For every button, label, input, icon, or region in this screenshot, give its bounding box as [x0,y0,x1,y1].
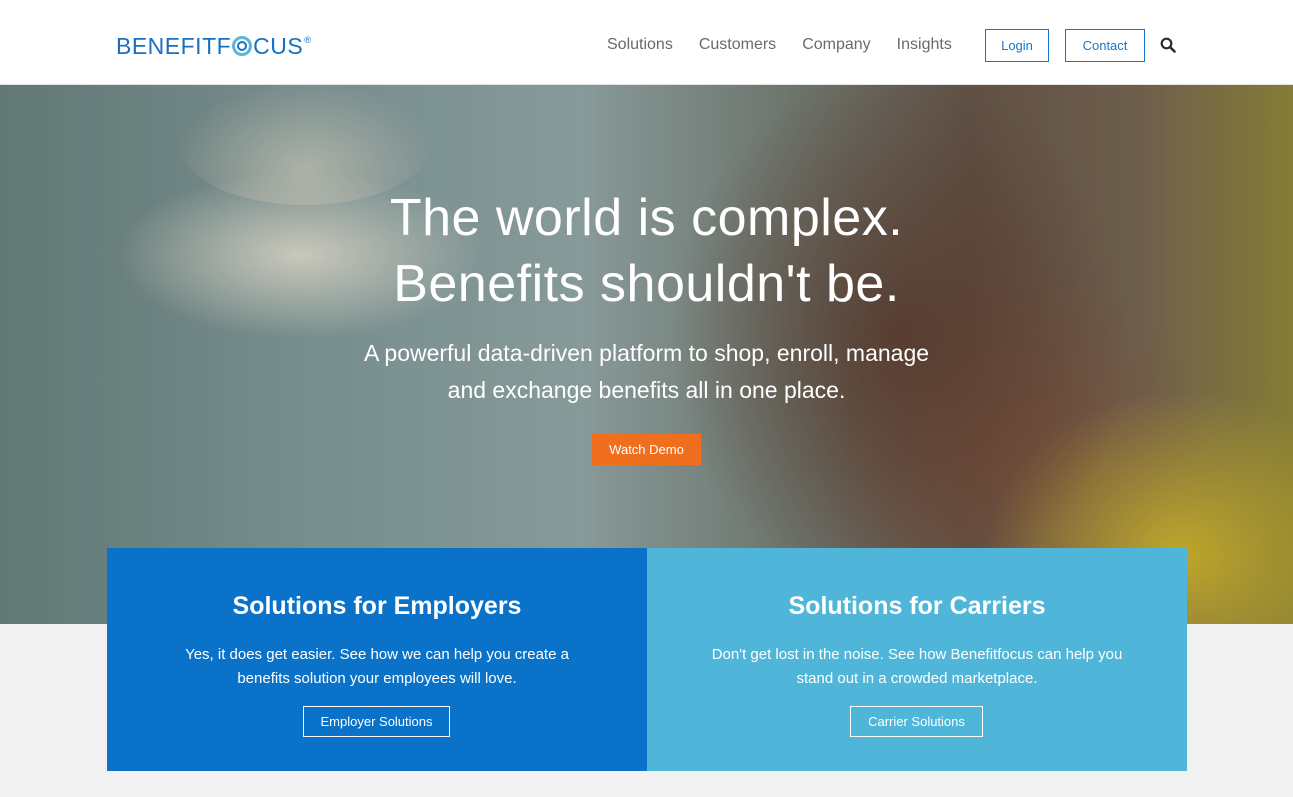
hero-title-line-2: Benefits shouldn't be. [393,255,900,313]
employer-solutions-button[interactable]: Employer Solutions [303,706,450,737]
logo-text-start: BENEFITF [116,32,232,59]
hero-subtitle-line-1: A powerful data-driven platform to shop,… [363,340,930,366]
hero-subtitle-line-2: and exchange benefits all in one place. [447,377,846,403]
carriers-card-text-line-2: stand out in a crowded marketplace. [796,670,1038,687]
nav-item-solutions[interactable]: Solutions [607,35,673,55]
employers-card-text-line-1: Yes, it does get easier. See how we can … [185,646,569,663]
logo-o-ring-icon [232,36,253,56]
carriers-card-text: Don't get lost in the noise. See how Ben… [647,643,1187,691]
logo-text-end: CUS [253,32,304,59]
benefitfocus-logo[interactable]: BENEFITF CUS ® [116,33,311,59]
nav-item-customers[interactable]: Customers [699,35,776,55]
site-header: BENEFITF CUS ® Solutions Customers Company… [0,0,1293,85]
logo-registered-mark: ® [304,35,312,45]
carriers-card-text-line-1: Don't get lost in the noise. See how Ben… [711,646,1123,663]
watch-demo-button[interactable]: Watch Demo [592,434,701,465]
hero-subtitle: A powerful data-driven platform to shop,… [0,335,1293,409]
main-nav: Solutions Customers Company Insights [607,35,978,55]
employers-card-text: Yes, it does get easier. See how we can … [107,643,647,691]
carrier-solutions-button[interactable]: Carrier Solutions [850,706,983,737]
search-icon[interactable] [1160,37,1176,53]
nav-item-company[interactable]: Company [802,35,870,55]
carriers-card: Solutions for Carriers Don't get lost in… [647,548,1187,771]
contact-button[interactable]: Contact [1065,29,1145,62]
nav-item-insights[interactable]: Insights [897,35,952,55]
employers-card-title: Solutions for Employers [232,592,522,620]
employers-card: Solutions for Employers Yes, it does get… [107,548,647,771]
hero-title: The world is complex. Benefits shouldn't… [0,185,1293,317]
carriers-card-title: Solutions for Carriers [788,592,1046,620]
hero-section: The world is complex. Benefits shouldn't… [0,85,1293,624]
employers-card-text-line-2: benefits solution your employees will lo… [237,670,517,687]
hero-title-line-1: The world is complex. [389,189,904,247]
solutions-cards: Solutions for Employers Yes, it does get… [107,548,1187,771]
login-button[interactable]: Login [985,29,1049,62]
